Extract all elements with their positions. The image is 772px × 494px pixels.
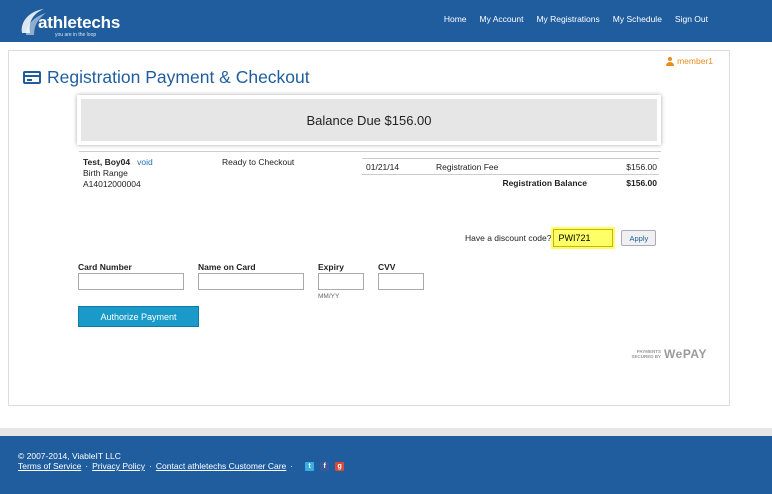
credit-card-icon xyxy=(23,71,41,84)
fee-date: 01/21/14 xyxy=(366,161,400,172)
balance-due-text: Balance Due $156.00 xyxy=(81,99,657,141)
nav-my-account[interactable]: My Account xyxy=(480,14,524,24)
fee-label: Registration Fee xyxy=(436,161,499,172)
nav-sign-out[interactable]: Sign Out xyxy=(675,14,708,24)
nav-my-registrations[interactable]: My Registrations xyxy=(536,14,599,24)
fee-amount: $156.00 xyxy=(626,161,657,172)
contact-link[interactable]: Contact athletechs Customer Care xyxy=(156,461,286,471)
member-name: member1 xyxy=(677,56,713,66)
expiry-hint: MM/YY xyxy=(318,293,340,300)
wepay-logo: WePAY xyxy=(664,347,707,361)
fee-table: 01/21/14 Registration Fee $156.00 Regist… xyxy=(362,158,659,191)
discount-code-input[interactable] xyxy=(553,229,614,247)
card-number-label: Card Number xyxy=(78,262,132,272)
footer-separator xyxy=(0,428,772,436)
fee-total-amount: $156.00 xyxy=(626,178,657,188)
main-nav: Home My Account My Registrations My Sche… xyxy=(431,14,708,24)
card-number-group: Card Number xyxy=(78,262,184,290)
registrant-id: A14012000004 xyxy=(83,179,141,189)
fee-total-row: Registration Balance $156.00 xyxy=(362,175,659,191)
discount-section: Have a discount code? Apply xyxy=(465,229,657,247)
wepay-badge: PAYMENTS SECURED BY WePAY xyxy=(632,347,707,361)
void-link[interactable]: void xyxy=(137,157,153,167)
authorize-payment-button[interactable]: Authorize Payment xyxy=(78,306,199,327)
top-nav-bar: athletechs you are in the loop Home My A… xyxy=(0,0,772,42)
name-on-card-group: Name on Card xyxy=(198,262,304,290)
name-on-card-input[interactable] xyxy=(198,273,304,290)
copyright: © 2007-2014, ViableIT LLC xyxy=(18,451,121,461)
registrant-name: Test, Boy04 xyxy=(83,157,131,167)
expiry-input[interactable] xyxy=(318,273,364,290)
link-separator: · xyxy=(85,461,89,471)
fee-row: 01/21/14 Registration Fee $156.00 xyxy=(362,159,659,175)
expiry-group: Expiry MM/YY xyxy=(318,262,364,300)
expiry-label: Expiry xyxy=(318,262,344,272)
page-title-text: Registration Payment & Checkout xyxy=(47,67,310,87)
birth-range: Birth Range xyxy=(83,168,128,178)
nav-my-schedule[interactable]: My Schedule xyxy=(613,14,662,24)
discount-label: Have a discount code? xyxy=(465,233,552,243)
wepay-caption-line2: SECURED BY xyxy=(631,354,662,359)
footer-links: Terms of Service · Privacy Policy · Cont… xyxy=(18,461,345,471)
user-icon xyxy=(666,56,675,66)
name-on-card-label: Name on Card xyxy=(198,262,256,272)
facebook-icon[interactable]: f xyxy=(320,461,330,471)
cvv-group: CVV xyxy=(378,262,424,290)
privacy-link[interactable]: Privacy Policy xyxy=(92,461,145,471)
wepay-caption: PAYMENTS SECURED BY xyxy=(632,349,662,359)
cvv-input[interactable] xyxy=(378,273,424,290)
link-separator: · xyxy=(290,461,294,471)
registrant-info: Test, Boy04 void Birth Range A14012000004 xyxy=(83,157,153,190)
logo-tagline: you are in the loop xyxy=(55,32,97,38)
logo-brand-text: athletechs xyxy=(38,13,121,32)
card-number-input[interactable] xyxy=(78,273,184,290)
footer: © 2007-2014, ViableIT LLC Terms of Servi… xyxy=(0,436,772,494)
link-separator: · xyxy=(149,461,152,471)
page-title: Registration Payment & Checkout xyxy=(23,67,310,88)
member-menu[interactable]: member1 xyxy=(666,56,713,66)
apply-discount-button[interactable]: Apply xyxy=(621,230,657,246)
balance-due-box: Balance Due $156.00 xyxy=(77,95,661,145)
fee-total-label: Registration Balance xyxy=(502,178,587,188)
registration-status: Ready to Checkout xyxy=(222,157,295,167)
google-plus-icon[interactable]: g xyxy=(335,461,345,471)
terms-link[interactable]: Terms of Service xyxy=(18,461,81,471)
checkout-panel: member1 Registration Payment & Checkout … xyxy=(8,50,730,406)
twitter-icon[interactable]: t xyxy=(305,461,315,471)
cvv-label: CVV xyxy=(378,262,396,272)
nav-home[interactable]: Home xyxy=(444,14,467,24)
athletechs-logo[interactable]: athletechs you are in the loop xyxy=(18,5,128,38)
divider xyxy=(79,151,661,152)
